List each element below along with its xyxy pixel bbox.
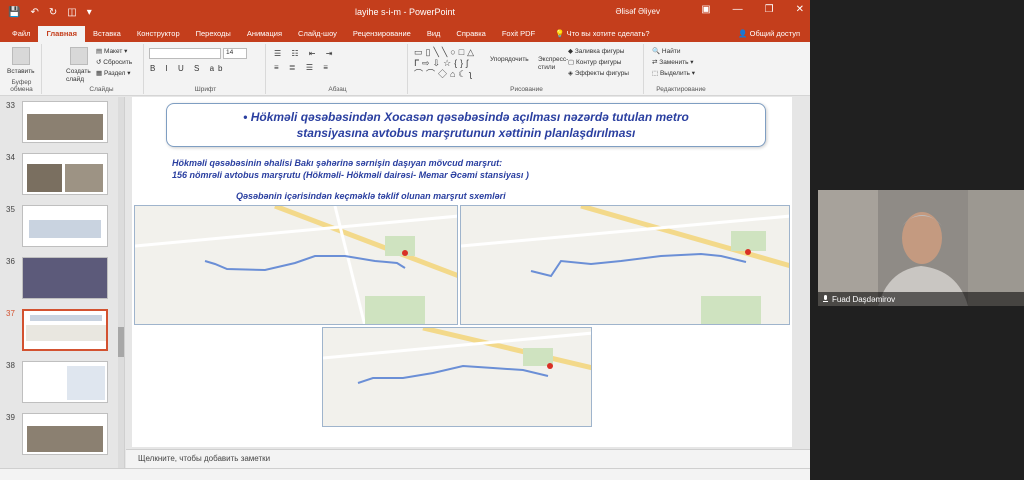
schemes-label[interactable]: Qəsəbənin içərisindən keçməklə təklif ol… [236,191,506,201]
tab-transitions[interactable]: Переходы [188,26,239,42]
tab-help[interactable]: Справка [448,26,493,42]
thumbnail-image [22,101,108,143]
thumbnail-slide[interactable]: 38 [0,359,120,407]
route-map-1-graphic [135,206,457,324]
window-controls: ▣ — ❐ ✕ [701,4,804,15]
tab-insert[interactable]: Вставка [85,26,129,42]
tab-animations[interactable]: Анимация [239,26,290,42]
thumbnails-scrollbar[interactable] [118,97,124,468]
font-group-label: Шрифт [194,86,217,93]
replace-button[interactable]: ⇄ Заменить ▾ [652,58,694,66]
ribbon-display-icon[interactable]: ▣ [701,4,710,15]
thumbnail-slide[interactable]: 33 [0,99,120,147]
maximize-icon[interactable]: ❐ [765,4,774,15]
thumbnail-image [22,413,108,455]
thumbnail-slide[interactable]: 36 [0,255,120,303]
group-paragraph: ☰ ☷ ⇤ ⇥ ≡ ≣ ☰ ≡ Абзац [268,44,408,94]
tab-design[interactable]: Конструктор [129,26,188,42]
group-editing: 🔍 Найти ⇄ Заменить ▾ ⬚ Выделить ▾ Редакт… [646,44,716,94]
group-drawing: ▭▯╲╲○□△ ᒥ⇨⇩☆{}ʃ ⌒⌒◇⌂☾ʅ Упорядочить Экспрес… [410,44,644,94]
paragraph-group-label: Абзац [328,86,347,93]
select-button[interactable]: ⬚ Выделить ▾ [652,69,695,77]
slide-thumbnails-pane: 33 34 35 36 37 38 39 [0,97,125,468]
slide-title-line2: stansiyasına avtobus marşrutunun xəttini… [296,126,636,140]
font-name-input[interactable] [149,48,221,59]
slide-subtitle[interactable]: Hökməli qəsəbəsinin əhalisi Bakı şəhərin… [172,157,529,181]
webcam-video [818,190,1024,306]
section-button[interactable]: ▦ Раздел ▾ [96,69,131,77]
tab-view[interactable]: Вид [419,26,449,42]
thumbnail-slide[interactable]: 34 [0,151,120,199]
title-bar: 💾 ↶ ↻ ◫ ▾ layihe s-i-m - PowerPoint Əlis… [0,0,810,24]
slide-editor: • Hökməli qəsəbəsindən Xocasən qəsəbəsin… [126,97,810,449]
font-format-buttons[interactable]: B I U S ab [150,64,226,73]
minimize-icon[interactable]: — [733,4,743,15]
document-title: layihe s-i-m - PowerPoint [354,7,456,17]
slide-canvas[interactable]: • Hökməli qəsəbəsindən Xocasən qəsəbəsin… [132,97,792,447]
tab-foxit-pdf[interactable]: Foxit PDF [494,26,543,42]
person-icon: 👤 [738,29,748,38]
route-map-2[interactable] [460,205,790,325]
group-font: 14 B I U S ab Шрифт [146,44,266,94]
thumbnail-image [22,153,108,195]
editing-group-label: Редактирование [656,86,706,93]
thumbnail-image [22,205,108,247]
find-button[interactable]: 🔍 Найти [652,47,680,55]
lightbulb-icon: 💡 [555,29,565,38]
quick-styles-button[interactable]: Экспресс-стили [538,56,568,72]
thumbnail-image [22,361,108,403]
group-clipboard: Вставить Буфер обмена [2,44,42,94]
close-icon[interactable]: ✕ [796,4,804,15]
tab-review[interactable]: Рецензирование [345,26,419,42]
new-slide-icon[interactable] [70,47,88,67]
ribbon-tabs: Файл Главная Вставка Конструктор Переход… [0,24,810,42]
subtitle-line2: 156 nömrəli avtobus marşrutu (Hökməli- H… [172,170,529,180]
shape-outline-button[interactable]: ▢ Контур фигуры [568,58,621,66]
participant-name: Fuad Daşdəmirov [818,292,1024,306]
paste-icon[interactable] [12,47,30,67]
arrange-button[interactable]: Упорядочить [490,56,529,63]
thumbnail-slide-selected[interactable]: 37 [0,307,120,355]
tab-home[interactable]: Главная [38,26,85,42]
shapes-gallery[interactable]: ▭▯╲╲○□△ ᒥ⇨⇩☆{}ʃ ⌒⌒◇⌂☾ʅ [414,47,477,80]
route-map-1[interactable] [134,205,458,325]
slides-group-label: Слайды [89,86,114,93]
notes-pane[interactable]: Щелкните, чтобы добавить заметки [126,449,810,468]
slide-title-box[interactable]: • Hökməli qəsəbəsindən Xocasən qəsəbəsin… [166,103,766,147]
thumbnail-slide[interactable]: 39 [0,411,120,459]
screen: 💾 ↶ ↻ ◫ ▾ layihe s-i-m - PowerPoint Əlis… [0,0,1024,480]
scroll-thumb[interactable] [118,327,124,357]
subtitle-line1: Hökməli qəsəbəsinin əhalisi Bakı şəhərin… [172,158,503,168]
route-map-3[interactable] [322,327,592,427]
tell-me-search[interactable]: 💡 Что вы хотите сделать? [547,26,657,42]
align-buttons[interactable]: ≡ ≣ ☰ ≡ [274,63,332,72]
tab-slideshow[interactable]: Слайд-шоу [290,26,345,42]
shape-fill-button[interactable]: ◆ Заливка фигуры [568,47,624,55]
group-slides: Создать слайд ▤ Макет ▾ ↺ Сбросить ▦ Раз… [60,44,144,94]
shape-effects-button[interactable]: ◈ Эффекты фигуры [568,69,629,77]
tab-file[interactable]: Файл [4,26,38,42]
layout-button[interactable]: ▤ Макет ▾ [96,47,127,55]
thumbnail-image [22,309,108,351]
powerpoint-window: 💾 ↶ ↻ ◫ ▾ layihe s-i-m - PowerPoint Əlis… [0,0,810,480]
webcam-tile[interactable]: Fuad Daşdəmirov [818,190,1024,306]
drawing-group-label: Рисование [510,86,543,93]
font-size-input[interactable]: 14 [223,48,247,59]
status-bar [0,468,810,480]
share-button[interactable]: 👤 Общий доступ [728,26,810,42]
clipboard-group-label: Буфер обмена [10,79,33,93]
paste-button[interactable]: Вставить [7,68,35,75]
thumbnail-slide[interactable]: 35 [0,203,120,251]
ribbon: Вставить Буфер обмена Создать слайд ▤ Ма… [0,42,810,96]
reset-button[interactable]: ↺ Сбросить [96,58,132,66]
route-map-3-graphic [323,328,591,384]
microphone-icon [823,295,828,302]
route-map-2-graphic [461,206,789,324]
slide-title-line1: • Hökməli qəsəbəsindən Xocasən qəsəbəsin… [243,110,689,124]
new-slide-button[interactable]: Создать слайд [66,68,96,84]
list-buttons[interactable]: ☰ ☷ ⇤ ⇥ [274,49,336,58]
account-name[interactable]: Əlisəf Əliyev [616,7,661,16]
thumbnail-image [22,257,108,299]
